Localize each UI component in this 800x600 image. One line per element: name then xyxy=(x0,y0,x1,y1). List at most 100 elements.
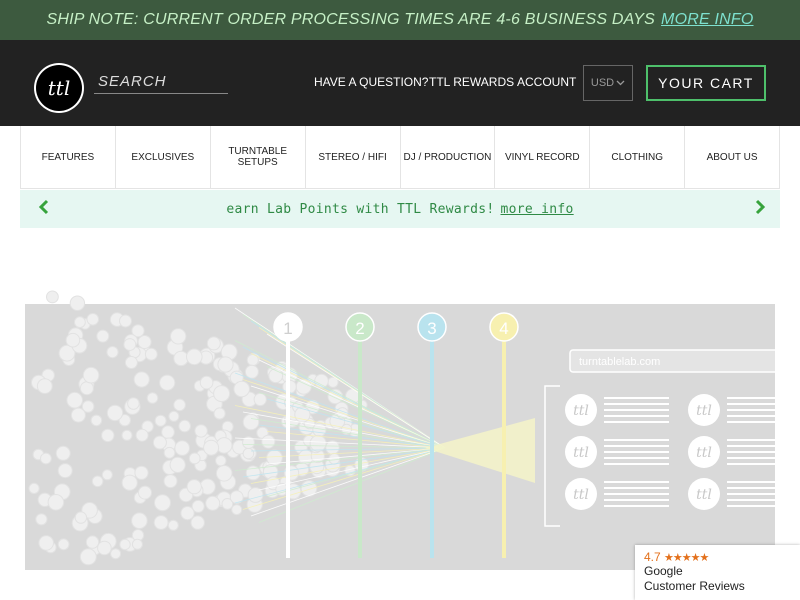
dot xyxy=(205,495,221,511)
dot xyxy=(161,425,175,439)
dot xyxy=(121,474,138,491)
promo-more-info-link[interactable]: more info xyxy=(501,202,574,217)
dot xyxy=(66,391,84,409)
currency-select[interactable]: USD xyxy=(583,65,633,101)
chevron-left-icon[interactable] xyxy=(38,199,50,220)
dot xyxy=(131,512,148,529)
dot xyxy=(69,295,86,311)
step-pole xyxy=(358,328,362,558)
dot xyxy=(174,440,190,456)
dot xyxy=(57,463,73,479)
google-label: Google xyxy=(644,564,683,578)
dot xyxy=(91,475,104,488)
dot xyxy=(188,452,201,465)
dot xyxy=(121,429,133,441)
step-pole xyxy=(502,328,506,558)
hero-illustration: 1 2 3 4 turntablelab.com ttl ttl ttl ttl ttl ttl xyxy=(25,290,775,570)
dot xyxy=(163,446,176,459)
rating-value: 4.7 xyxy=(644,550,661,564)
nav-clothing[interactable]: CLOTHING xyxy=(590,126,686,188)
your-cart-button[interactable]: YOUR CART xyxy=(646,65,766,101)
dot xyxy=(124,356,138,369)
customer-reviews-label: Customer Reviews xyxy=(644,579,745,593)
step-pole xyxy=(430,328,434,558)
dot xyxy=(180,506,195,521)
dot xyxy=(123,338,137,351)
dot xyxy=(215,465,233,482)
chevron-right-icon[interactable] xyxy=(754,199,766,220)
dot xyxy=(119,538,131,551)
dot xyxy=(74,511,88,524)
dot xyxy=(199,375,214,390)
dot xyxy=(96,329,110,343)
dot xyxy=(79,381,94,396)
ttl-rewards-link[interactable]: TTL REWARDS xyxy=(429,75,514,89)
search-input[interactable] xyxy=(94,70,228,94)
dot xyxy=(133,371,150,388)
dot xyxy=(328,452,341,465)
ship-note-banner: SHIP NOTE: CURRENT ORDER PROCESSING TIME… xyxy=(0,0,800,40)
dot xyxy=(134,465,149,480)
dot xyxy=(178,419,191,433)
nav-dj-production[interactable]: DJ / PRODUCTION xyxy=(401,126,496,188)
ttl-logo[interactable]: ttl xyxy=(34,63,84,113)
dot xyxy=(28,482,40,494)
dot xyxy=(194,424,208,438)
chevron-down-icon xyxy=(616,80,625,86)
dot xyxy=(101,428,115,443)
dot xyxy=(190,515,205,530)
ship-note-more-info-link[interactable]: MORE INFO xyxy=(661,11,753,29)
step-number: 1 xyxy=(283,319,292,338)
dot xyxy=(173,350,189,367)
step-pole xyxy=(286,328,290,558)
nav-exclusives[interactable]: EXCLUSIVES xyxy=(116,126,211,188)
dot xyxy=(215,455,227,467)
google-reviews-badge[interactable]: 4.7 ★★★★★ Google Customer Reviews xyxy=(635,545,800,600)
promo-banner: earn Lab Points with TTL Rewards! more i… xyxy=(20,190,780,228)
dot xyxy=(242,413,260,431)
dot xyxy=(90,414,103,427)
nav-turntable-setups[interactable]: TURNTABLE SETUPS xyxy=(211,126,306,188)
account-link[interactable]: ACCOUNT xyxy=(517,75,576,89)
step-number: 3 xyxy=(427,319,436,338)
dot xyxy=(203,439,220,456)
dot xyxy=(159,374,176,391)
dot xyxy=(173,398,186,412)
promo-text: earn Lab Points with TTL Rewards! xyxy=(226,201,495,217)
dot xyxy=(231,504,243,516)
dot xyxy=(186,348,203,366)
dot xyxy=(35,513,48,526)
dot xyxy=(206,336,221,351)
dot xyxy=(97,540,112,556)
result-logo-text: ttl xyxy=(573,487,589,503)
url-text: turntablelab.com xyxy=(579,356,660,368)
dot xyxy=(119,314,132,328)
nav-stereo-hifi[interactable]: STEREO / HIFI xyxy=(306,126,401,188)
result-logo-text: ttl xyxy=(696,445,712,461)
ttl-logo-text: ttl xyxy=(36,65,82,111)
dot xyxy=(106,404,124,422)
nav-features[interactable]: FEATURES xyxy=(21,126,116,188)
star-rating-icon: ★★★★★ xyxy=(664,552,709,564)
dot xyxy=(110,548,122,560)
dot xyxy=(81,400,95,413)
dot xyxy=(38,535,55,551)
dot xyxy=(242,447,255,460)
dot xyxy=(154,414,167,427)
dot xyxy=(46,290,59,304)
dot xyxy=(55,445,71,461)
dot xyxy=(154,494,171,512)
dot xyxy=(36,378,53,394)
dot xyxy=(146,392,159,404)
result-logo-text: ttl xyxy=(573,445,589,461)
nav-vinyl-record[interactable]: VINYL RECORD xyxy=(495,126,591,188)
dot xyxy=(137,335,152,349)
dot xyxy=(144,347,158,361)
dot xyxy=(213,407,226,420)
step-number: 2 xyxy=(355,319,364,338)
nav-about-us[interactable]: ABOUT US xyxy=(685,126,779,188)
dot xyxy=(86,313,100,326)
have-a-question-link[interactable]: HAVE A QUESTION? xyxy=(314,75,428,89)
dot xyxy=(163,474,178,489)
ship-note-text: SHIP NOTE: CURRENT ORDER PROCESSING TIME… xyxy=(46,11,656,28)
